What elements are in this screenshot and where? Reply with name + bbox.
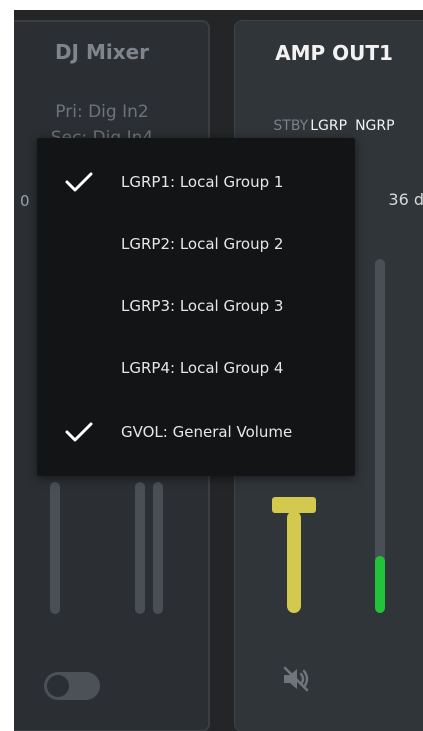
menu-item-lgrp1[interactable]: LGRP1: Local Group 1 — [37, 151, 355, 213]
menu-item-lgrp2[interactable]: LGRP2: Local Group 2 — [37, 213, 355, 275]
group-selection-menu: LGRP1: Local Group 1 LGRP2: Local Group … — [37, 138, 355, 476]
group-label-lgrp[interactable]: LGRP — [310, 118, 347, 134]
meter-track-right — [153, 482, 163, 614]
channel-value-partial: 0 — [20, 192, 30, 210]
level-meter-track — [375, 259, 385, 613]
menu-item-gvol[interactable]: GVOL: General Volume — [37, 401, 355, 463]
menu-item-lgrp4[interactable]: LGRP4: Local Group 4 — [37, 337, 355, 399]
menu-item-lgrp3[interactable]: LGRP3: Local Group 3 — [37, 275, 355, 337]
group-assignment-row[interactable]: STBY LGRP NGRP — [235, 118, 423, 134]
menu-item-label: LGRP4: Local Group 4 — [121, 359, 284, 377]
menu-item-label: LGRP1: Local Group 1 — [121, 173, 284, 191]
primary-input-label: Pri: Dig In2 — [55, 102, 149, 122]
meter-track-left — [135, 482, 145, 614]
gain-value-label: 36 dB — [388, 190, 423, 209]
channel-title: AMP OUT1 — [275, 41, 393, 65]
fader-track[interactable] — [50, 482, 60, 614]
menu-item-label: LGRP3: Local Group 3 — [121, 297, 284, 315]
channel-title: DJ Mixer — [54, 40, 150, 64]
menu-item-label: GVOL: General Volume — [121, 423, 293, 441]
group-label-stby[interactable]: STBY — [273, 118, 308, 134]
check-icon — [37, 170, 121, 194]
channel-toggle-switch[interactable] — [44, 672, 100, 700]
volume-fader-thumb[interactable] — [272, 497, 316, 513]
menu-item-label: LGRP2: Local Group 2 — [121, 235, 284, 253]
toggle-knob — [47, 675, 69, 697]
check-icon — [37, 420, 121, 444]
volume-fader-stem — [287, 511, 301, 613]
level-meter-fill — [375, 556, 385, 613]
group-label-ngrp[interactable]: NGRP — [355, 118, 395, 134]
speaker-muted-icon[interactable] — [280, 663, 312, 695]
